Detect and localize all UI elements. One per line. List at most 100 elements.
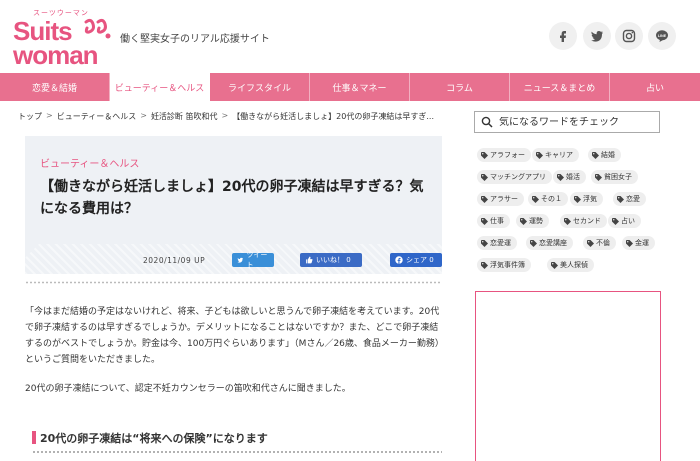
search-input[interactable] — [499, 116, 649, 128]
tag-label: その１ — [541, 195, 562, 203]
tag-label: 恋愛運 — [490, 239, 511, 247]
facebook-icon — [560, 31, 566, 42]
tag-item[interactable]: 婚活 — [553, 170, 586, 184]
article-paragraph-2: 20代の卵子凍結について、認定不妊カウンセラーの笛吹和代さんに聞きました。 — [25, 384, 351, 394]
tag-item[interactable]: 浮気事件簿 — [477, 258, 531, 272]
tag-item[interactable]: 仕事 — [477, 214, 510, 228]
article-paragraph-1: 「今はまだ結婚の予定はないけれど、将来、子どもは欲しいと思うんで卵子凍結を考えて… — [25, 307, 440, 365]
line-icon-text: LINE — [658, 34, 667, 38]
tag-icon — [530, 239, 537, 247]
like-label: いいね！ 0 — [316, 256, 351, 264]
breadcrumb-top[interactable]: トップ — [18, 111, 42, 122]
tag-item[interactable]: 恋愛運 — [477, 236, 517, 250]
tag-icon — [481, 217, 488, 225]
breadcrumb-current: 【働きながら妊活しましょ】20代の卵子凍結は早すぎ... — [232, 112, 434, 121]
tag-item[interactable]: キャリア — [532, 148, 579, 162]
tag-item[interactable]: 恋愛 — [613, 192, 646, 206]
site-tagline: 働く堅実女子のリアル応援サイト — [120, 34, 270, 45]
tag-icon — [481, 239, 488, 247]
article-subheading: 20代の卵子凍結は“将来への保険”になります — [40, 432, 268, 445]
tag-item[interactable]: 貧困女子 — [591, 170, 638, 184]
tag-label: 貧困女子 — [604, 173, 632, 181]
tag-icon — [481, 173, 488, 181]
tag-icon — [481, 195, 488, 203]
tag-label: セカンド — [573, 217, 601, 225]
tag-label: 美人探偵 — [560, 261, 588, 269]
nav-item-fortune[interactable]: 占い — [610, 73, 700, 101]
tag-label: 仕事 — [490, 217, 504, 225]
search-icon — [481, 116, 493, 128]
tag-icon — [536, 151, 543, 159]
tag-item[interactable]: アラサー — [477, 192, 524, 206]
like-button[interactable]: いいね！ 0 — [300, 253, 362, 267]
tag-item[interactable]: アラフォー — [477, 148, 531, 162]
article-title: 【働きながら妊活しましょ】20代の卵子凍結は早すぎる？気になる費用は？ — [40, 179, 424, 217]
breadcrumb-separator: > — [46, 111, 53, 120]
subheading-underline — [32, 451, 442, 453]
tag-icon — [592, 151, 599, 159]
tag-label: 不倫 — [596, 239, 610, 247]
tag-icon — [481, 151, 488, 159]
tag-label: 恋愛講座 — [539, 239, 567, 247]
facebook-share-label: シェア 0 — [406, 256, 434, 264]
tweet-button[interactable]: ツイート — [232, 251, 274, 269]
tag-item[interactable]: 占い — [608, 214, 641, 228]
tag-item[interactable]: 運勢 — [516, 214, 549, 228]
tag-icon — [595, 173, 602, 181]
tag-icon — [481, 261, 488, 269]
article-header-inner: ビューティー＆ヘルス 【働きながら妊活しましょ】20代の卵子凍結は早すぎる？気に… — [25, 136, 442, 244]
sidebar-search[interactable] — [474, 111, 660, 133]
nav-item-beauty[interactable]: ビューティー＆ヘルス — [110, 73, 210, 101]
breadcrumb-category[interactable]: ビューティー＆ヘルス — [57, 111, 137, 122]
tag-label: 婚活 — [566, 173, 580, 181]
tag-label: 結婚 — [601, 151, 615, 159]
article-header-fold — [25, 244, 39, 258]
site-logo[interactable]: スーツウーマン Suits woman — [13, 6, 113, 70]
tag-label: 運勢 — [529, 217, 543, 225]
tag-icon — [617, 195, 624, 203]
tag-item[interactable]: 恋愛講座 — [526, 236, 573, 250]
instagram-link[interactable] — [615, 22, 643, 50]
tag-icon — [557, 173, 564, 181]
tag-icon — [564, 217, 571, 225]
tag-item[interactable]: 結婚 — [588, 148, 621, 162]
tag-item[interactable]: 浮気 — [570, 192, 603, 206]
article-category[interactable]: ビューティー＆ヘルス — [40, 155, 139, 170]
tag-item[interactable]: その１ — [528, 192, 568, 206]
nav-item-love[interactable]: 恋愛＆結婚 — [0, 73, 110, 101]
twitter-icon — [237, 257, 243, 263]
tag-icon — [612, 217, 619, 225]
breadcrumb: トップ > ビューティー＆ヘルス > 妊活診断 笛吹和代 > 【働きながら妊活し… — [18, 111, 434, 122]
thumbs-up-icon — [306, 256, 313, 264]
nav-item-work-money[interactable]: 仕事＆マネー — [310, 73, 410, 101]
nav-item-news[interactable]: ニュース＆まとめ — [510, 73, 610, 101]
twitter-link[interactable] — [583, 22, 611, 50]
facebook-link[interactable] — [549, 22, 577, 50]
tag-item[interactable]: 金運 — [622, 236, 655, 250]
article-date: 2020/11/09 UP — [143, 256, 206, 265]
tag-label: 金運 — [635, 239, 649, 247]
line-link[interactable]: LINE — [648, 22, 676, 50]
logo-woman-text: woman — [13, 40, 99, 70]
tag-icon — [574, 195, 581, 203]
main-nav: 恋愛＆結婚 ビューティー＆ヘルス ライフスタイル 仕事＆マネー コラム ニュース… — [0, 73, 700, 101]
tag-label: アラサー — [490, 195, 518, 203]
nav-item-lifestyle[interactable]: ライフスタイル — [210, 73, 310, 101]
facebook-icon — [395, 256, 403, 264]
tag-label: 浮気 — [583, 195, 597, 203]
dotted-divider — [25, 281, 442, 284]
tag-item[interactable]: セカンド — [560, 214, 607, 228]
tag-item[interactable]: マッチングアプリ — [477, 170, 552, 184]
breadcrumb-separator: > — [221, 111, 229, 120]
tag-label: 恋愛 — [626, 195, 640, 203]
tag-label: キャリア — [545, 151, 573, 159]
tag-item[interactable]: 不倫 — [583, 236, 616, 250]
tag-icon — [626, 239, 633, 247]
facebook-share-button[interactable]: シェア 0 — [390, 253, 442, 267]
tag-item[interactable]: 美人探偵 — [547, 258, 594, 272]
breadcrumb-series[interactable]: 妊活診断 笛吹和代 — [151, 111, 218, 122]
breadcrumb-separator: > — [140, 111, 147, 120]
tag-icon — [532, 195, 539, 203]
nav-item-column[interactable]: コラム — [410, 73, 510, 101]
ad-frame — [475, 291, 661, 461]
